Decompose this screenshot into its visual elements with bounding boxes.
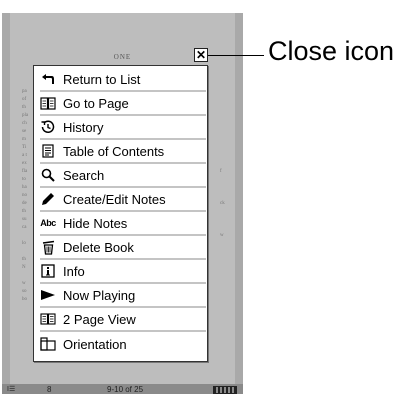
battery-icon bbox=[213, 386, 237, 394]
trash-icon bbox=[40, 239, 56, 255]
menu-item-return-to-list[interactable]: Return to List bbox=[40, 68, 206, 92]
menu-item-search[interactable]: Search bbox=[40, 164, 206, 188]
menu-item-hide-notes[interactable]: Abc Hide Notes bbox=[40, 212, 206, 236]
menu-item-history[interactable]: History bbox=[40, 116, 206, 140]
menu-item-label: Delete Book bbox=[63, 239, 134, 255]
orientation-icon bbox=[40, 336, 56, 352]
menu-item-orientation[interactable]: Orientation bbox=[40, 332, 206, 356]
status-icon: I☰ bbox=[7, 386, 16, 393]
menu-item-label: Search bbox=[63, 167, 105, 183]
open-book-icon bbox=[40, 95, 56, 111]
menu-item-2-page-view[interactable]: 2 Page View bbox=[40, 308, 206, 332]
menu-item-create-edit-notes[interactable]: Create/Edit Notes bbox=[40, 188, 206, 212]
menu-item-label: Return to List bbox=[63, 71, 141, 87]
menu-item-delete-book[interactable]: Delete Book bbox=[40, 236, 206, 260]
page-range: 9-10 of 25 bbox=[107, 384, 144, 394]
menu-item-label: Create/Edit Notes bbox=[63, 191, 166, 207]
menu-item-label: 2 Page View bbox=[63, 311, 136, 327]
menu-item-label: History bbox=[63, 119, 104, 135]
menu-item-table-of-contents[interactable]: Table of Contents bbox=[40, 140, 206, 164]
callout-leader-line bbox=[208, 55, 264, 56]
play-icon bbox=[40, 287, 56, 303]
menu-item-label: Orientation bbox=[63, 336, 127, 352]
menu-item-info[interactable]: Info bbox=[40, 260, 206, 284]
menu-item-label: Hide Notes bbox=[63, 215, 128, 231]
document-list-icon bbox=[40, 143, 56, 159]
menu-item-now-playing[interactable]: Now Playing bbox=[40, 284, 206, 308]
abc-text-icon: Abc bbox=[40, 218, 56, 228]
pencil-icon bbox=[40, 191, 56, 207]
search-icon bbox=[40, 167, 56, 183]
two-page-icon bbox=[40, 311, 56, 327]
page-number: 8 bbox=[47, 384, 52, 394]
menu-item-label: Info bbox=[63, 263, 85, 279]
close-icon-callout: Close icon bbox=[268, 36, 395, 66]
menu-item-label: Table of Contents bbox=[63, 143, 165, 159]
menu-item-label: Go to Page bbox=[63, 95, 129, 111]
info-icon bbox=[40, 263, 56, 279]
status-bar: I☰ 8 9-10 of 25 bbox=[2, 384, 243, 394]
close-icon[interactable]: ✕ bbox=[194, 48, 208, 62]
menu-item-label: Now Playing bbox=[63, 287, 136, 303]
options-menu: Return to List Go to Page History Table … bbox=[33, 65, 208, 362]
history-clock-icon bbox=[40, 119, 56, 135]
menu-item-go-to-page[interactable]: Go to Page bbox=[40, 92, 206, 116]
return-arrow-icon bbox=[40, 71, 56, 87]
